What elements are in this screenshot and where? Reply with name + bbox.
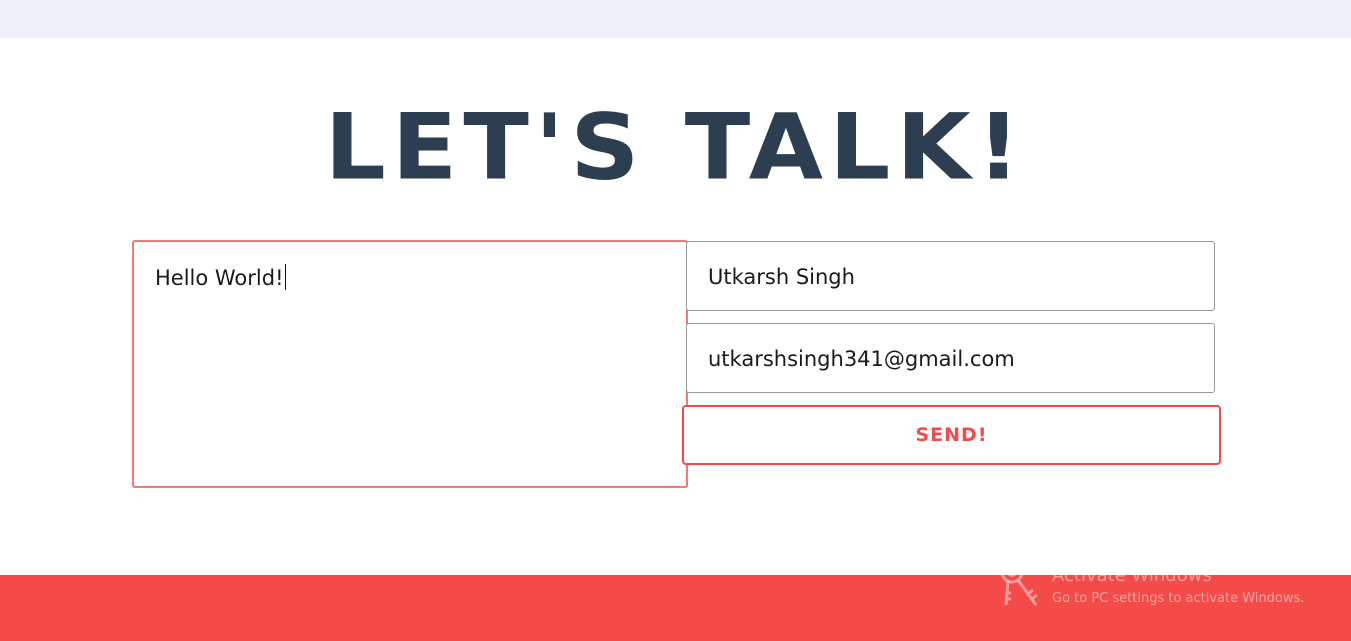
watermark-title: Activate Windows — [1052, 565, 1212, 586]
page-title: LET'S TALK! — [324, 93, 1027, 201]
key-icon — [1000, 560, 1038, 606]
message-textarea[interactable]: Hello World! — [132, 240, 688, 488]
watermark-subtitle: Go to PC settings to activate Windows. — [1052, 591, 1305, 606]
name-input[interactable]: Utkarsh Singh — [686, 241, 1215, 311]
text-caret — [284, 264, 286, 290]
email-input[interactable]: utkarshsingh341@gmail.com — [686, 323, 1215, 393]
top-bar — [0, 0, 1351, 38]
send-button[interactable]: SEND! — [682, 405, 1221, 465]
message-text: Hello World! — [155, 266, 284, 290]
activate-windows-watermark: Activate Windows Go to PC settings to ac… — [996, 559, 1336, 615]
